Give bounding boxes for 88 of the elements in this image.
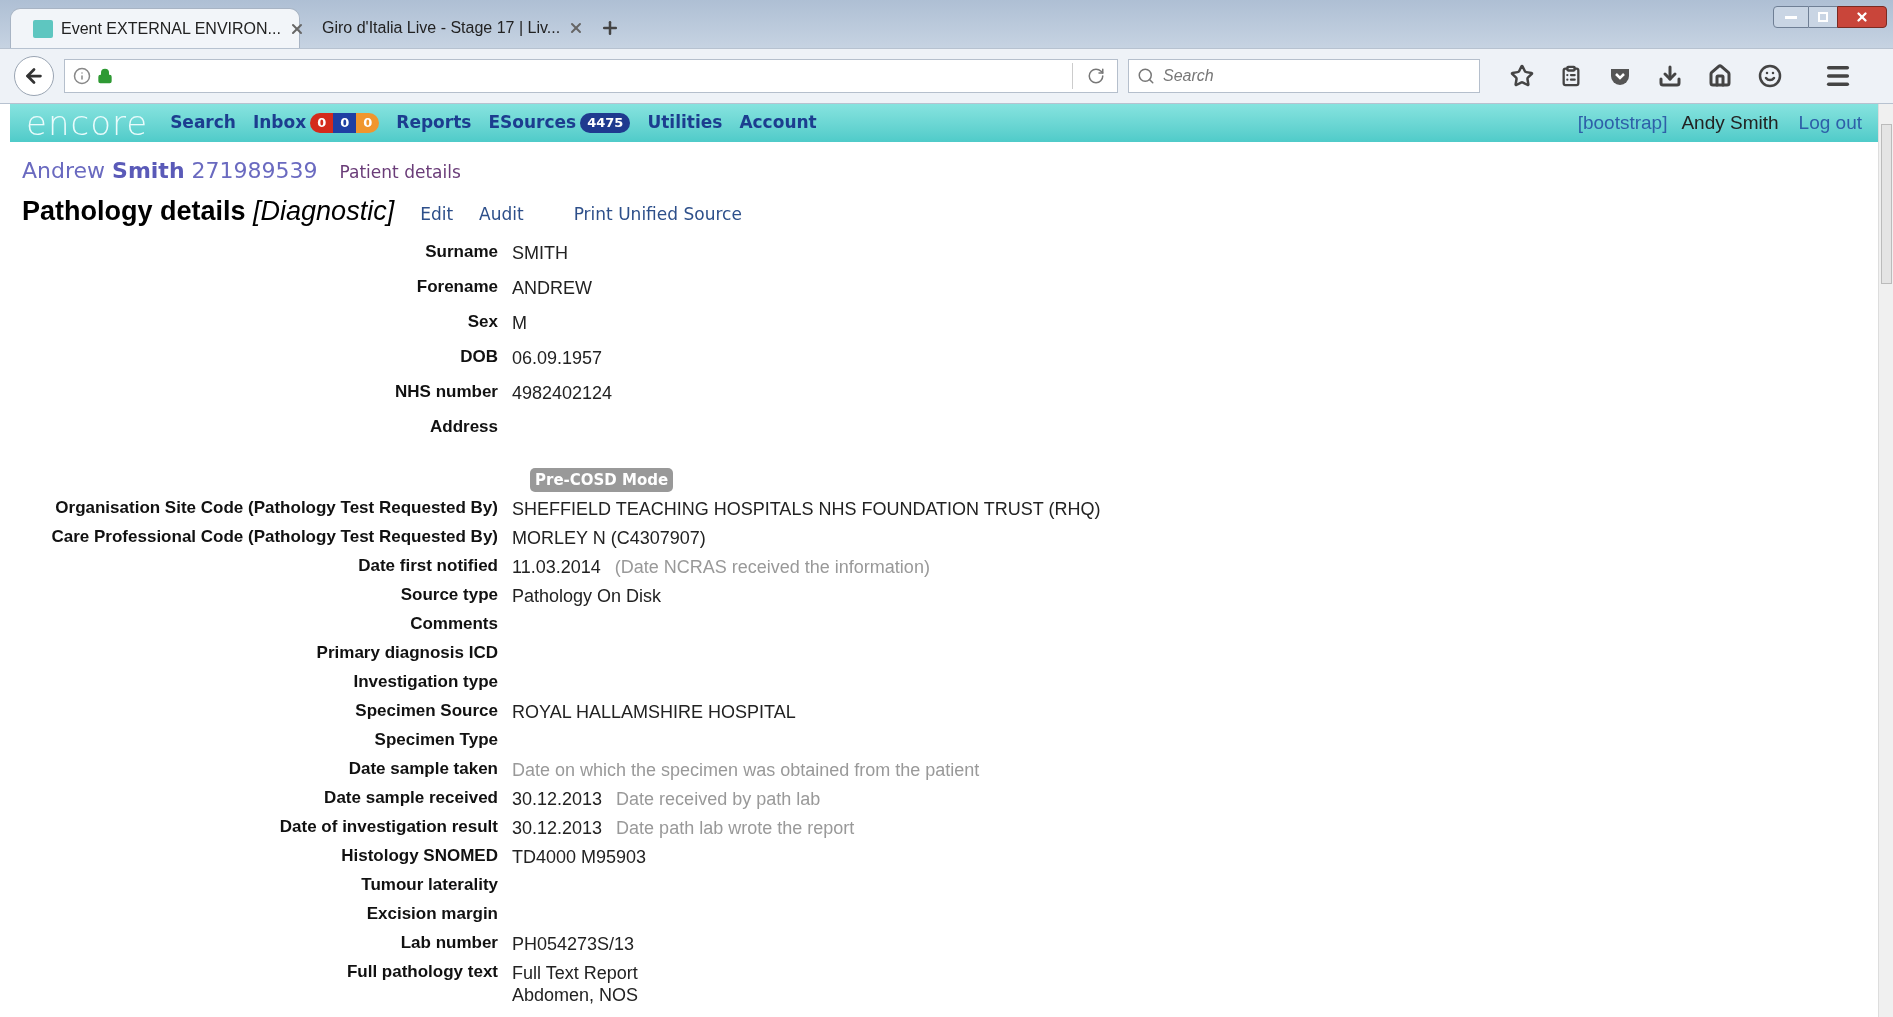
nav-link[interactable]: Account [739, 110, 817, 136]
field-value: Full Text Report [512, 962, 638, 984]
close-icon [1855, 10, 1869, 24]
field-value: 11.03.2014 [512, 556, 601, 578]
field-label: Excision margin [366, 904, 498, 923]
field-value: Pathology On Disk [512, 585, 662, 607]
field-value: SMITH [512, 241, 568, 264]
field-value: M [512, 311, 527, 334]
field-hint: Date path lab wrote the report [616, 817, 855, 839]
count-badge: 0 [356, 113, 380, 133]
home-icon[interactable] [1708, 64, 1732, 88]
patient-name: Andrew Smith 271989539 [22, 157, 318, 185]
field-label: Surname [425, 241, 498, 261]
field-label: Comments [410, 614, 498, 633]
nav-link[interactable]: Reports [396, 110, 472, 136]
field-label: Source type [400, 585, 498, 604]
reading-list-icon[interactable] [1560, 65, 1582, 87]
field-label: Lab number [400, 933, 498, 952]
user-name: Andy Smith [1681, 110, 1779, 135]
bookmark-star-icon[interactable] [1510, 64, 1534, 88]
mode-badge: Pre-COSD Mode [530, 467, 674, 492]
action-link[interactable]: Audit [479, 202, 524, 228]
bootstrap-link[interactable]: [bootstrap] [1577, 108, 1668, 138]
action-link[interactable]: Edit [420, 202, 454, 228]
nav-link[interactable]: Utilities [647, 110, 723, 136]
field-value: 4982402124 [512, 381, 613, 404]
minimize-button[interactable] [1773, 6, 1809, 28]
scrollbar[interactable] [1878, 104, 1893, 1017]
field-label: Forename [416, 276, 498, 296]
minimize-icon [1785, 15, 1797, 19]
field-value: 30.12.2013 [512, 817, 603, 839]
field-value: ROYAL HALLAMSHIRE HOSPITAL [512, 701, 796, 723]
field-label: Tumour laterality [361, 875, 498, 894]
restore-icon [1818, 12, 1828, 22]
field-label: DOB [460, 346, 498, 366]
field-label: NHS number [395, 381, 498, 401]
field-label: Primary diagnosis ICD [316, 643, 498, 662]
field-label: Sex [467, 311, 498, 331]
search-icon [1137, 67, 1155, 85]
close-button[interactable] [1837, 6, 1887, 28]
browser-tab[interactable]: Event EXTERNAL ENVIRON... [10, 8, 300, 48]
field-value: PH054273S/13 [512, 933, 635, 955]
tab-favicon-icon [33, 19, 53, 38]
field-hint: Date on which the specimen was obtained from the patient [512, 759, 980, 781]
field-label: Specimen Type [374, 730, 498, 749]
count-badge: 0 [310, 113, 334, 133]
nav-link[interactable]: ESources [488, 110, 577, 136]
new-tab-icon[interactable] [600, 18, 620, 38]
field-hint: Date received by path lab [616, 788, 821, 810]
logout-link[interactable]: Log out [1798, 108, 1862, 138]
tab-title: Giro d'Italia Live - Stage 17 | Liv... [322, 18, 561, 38]
field-value: 30.12.2013 [512, 788, 603, 810]
field-value: SHEFFIELD TEACHING HOSPITALS NHS FOUNDATION TRUST (RHQ) [512, 498, 1101, 520]
nav-link[interactable]: Inbox [252, 110, 307, 136]
back-button[interactable] [14, 56, 54, 96]
tab-title: Event EXTERNAL ENVIRON... [61, 18, 281, 39]
field-label: Date sample received [324, 788, 498, 807]
count-badge: 0 [333, 113, 357, 133]
field-label: Date sample taken [348, 759, 498, 778]
action-link[interactable]: Print Unified Source [573, 202, 742, 228]
page-title: Pathology details [Diagnostic] [22, 195, 395, 228]
url-field[interactable] [64, 59, 1118, 93]
field-value: 06.09.1957 [512, 346, 603, 369]
field-value: Abdomen, NOS [512, 984, 639, 1006]
field-value: ANDREW [512, 276, 592, 299]
reload-icon[interactable] [1087, 67, 1105, 85]
smiley-icon[interactable] [1758, 64, 1782, 88]
field-label: Care Professional Code (Pathology Test Requested By) [51, 527, 498, 546]
patient-details-link[interactable]: Patient details [339, 160, 461, 186]
browser-tab[interactable]: Giro d'Italia Live - Stage 17 | Liv... [300, 8, 590, 48]
info-icon[interactable] [73, 67, 91, 85]
download-icon[interactable] [1658, 64, 1682, 88]
count-badge: 4475 [580, 113, 631, 133]
field-value: MORLEY N (C4307907) [512, 527, 706, 549]
field-label: Date of investigation result [279, 817, 498, 836]
field-label: Histology SNOMED [341, 846, 498, 865]
field-label: Organisation Site Code (Pathology Test Requested By) [55, 498, 498, 517]
field-label: Specimen Source [355, 701, 498, 720]
field-value: TD4000 M95903 [512, 846, 647, 868]
lock-icon [97, 68, 113, 84]
field-hint: (Date NCRAS received the information) [614, 556, 930, 578]
field-label: Address [429, 416, 498, 436]
restore-button[interactable] [1809, 6, 1837, 28]
search-field[interactable]: Search [1128, 59, 1480, 93]
field-label: Investigation type [353, 672, 498, 691]
field-label: Full pathology text [346, 962, 498, 981]
field-label: Date first notified [358, 556, 498, 575]
nav-link[interactable]: Search [170, 110, 236, 136]
